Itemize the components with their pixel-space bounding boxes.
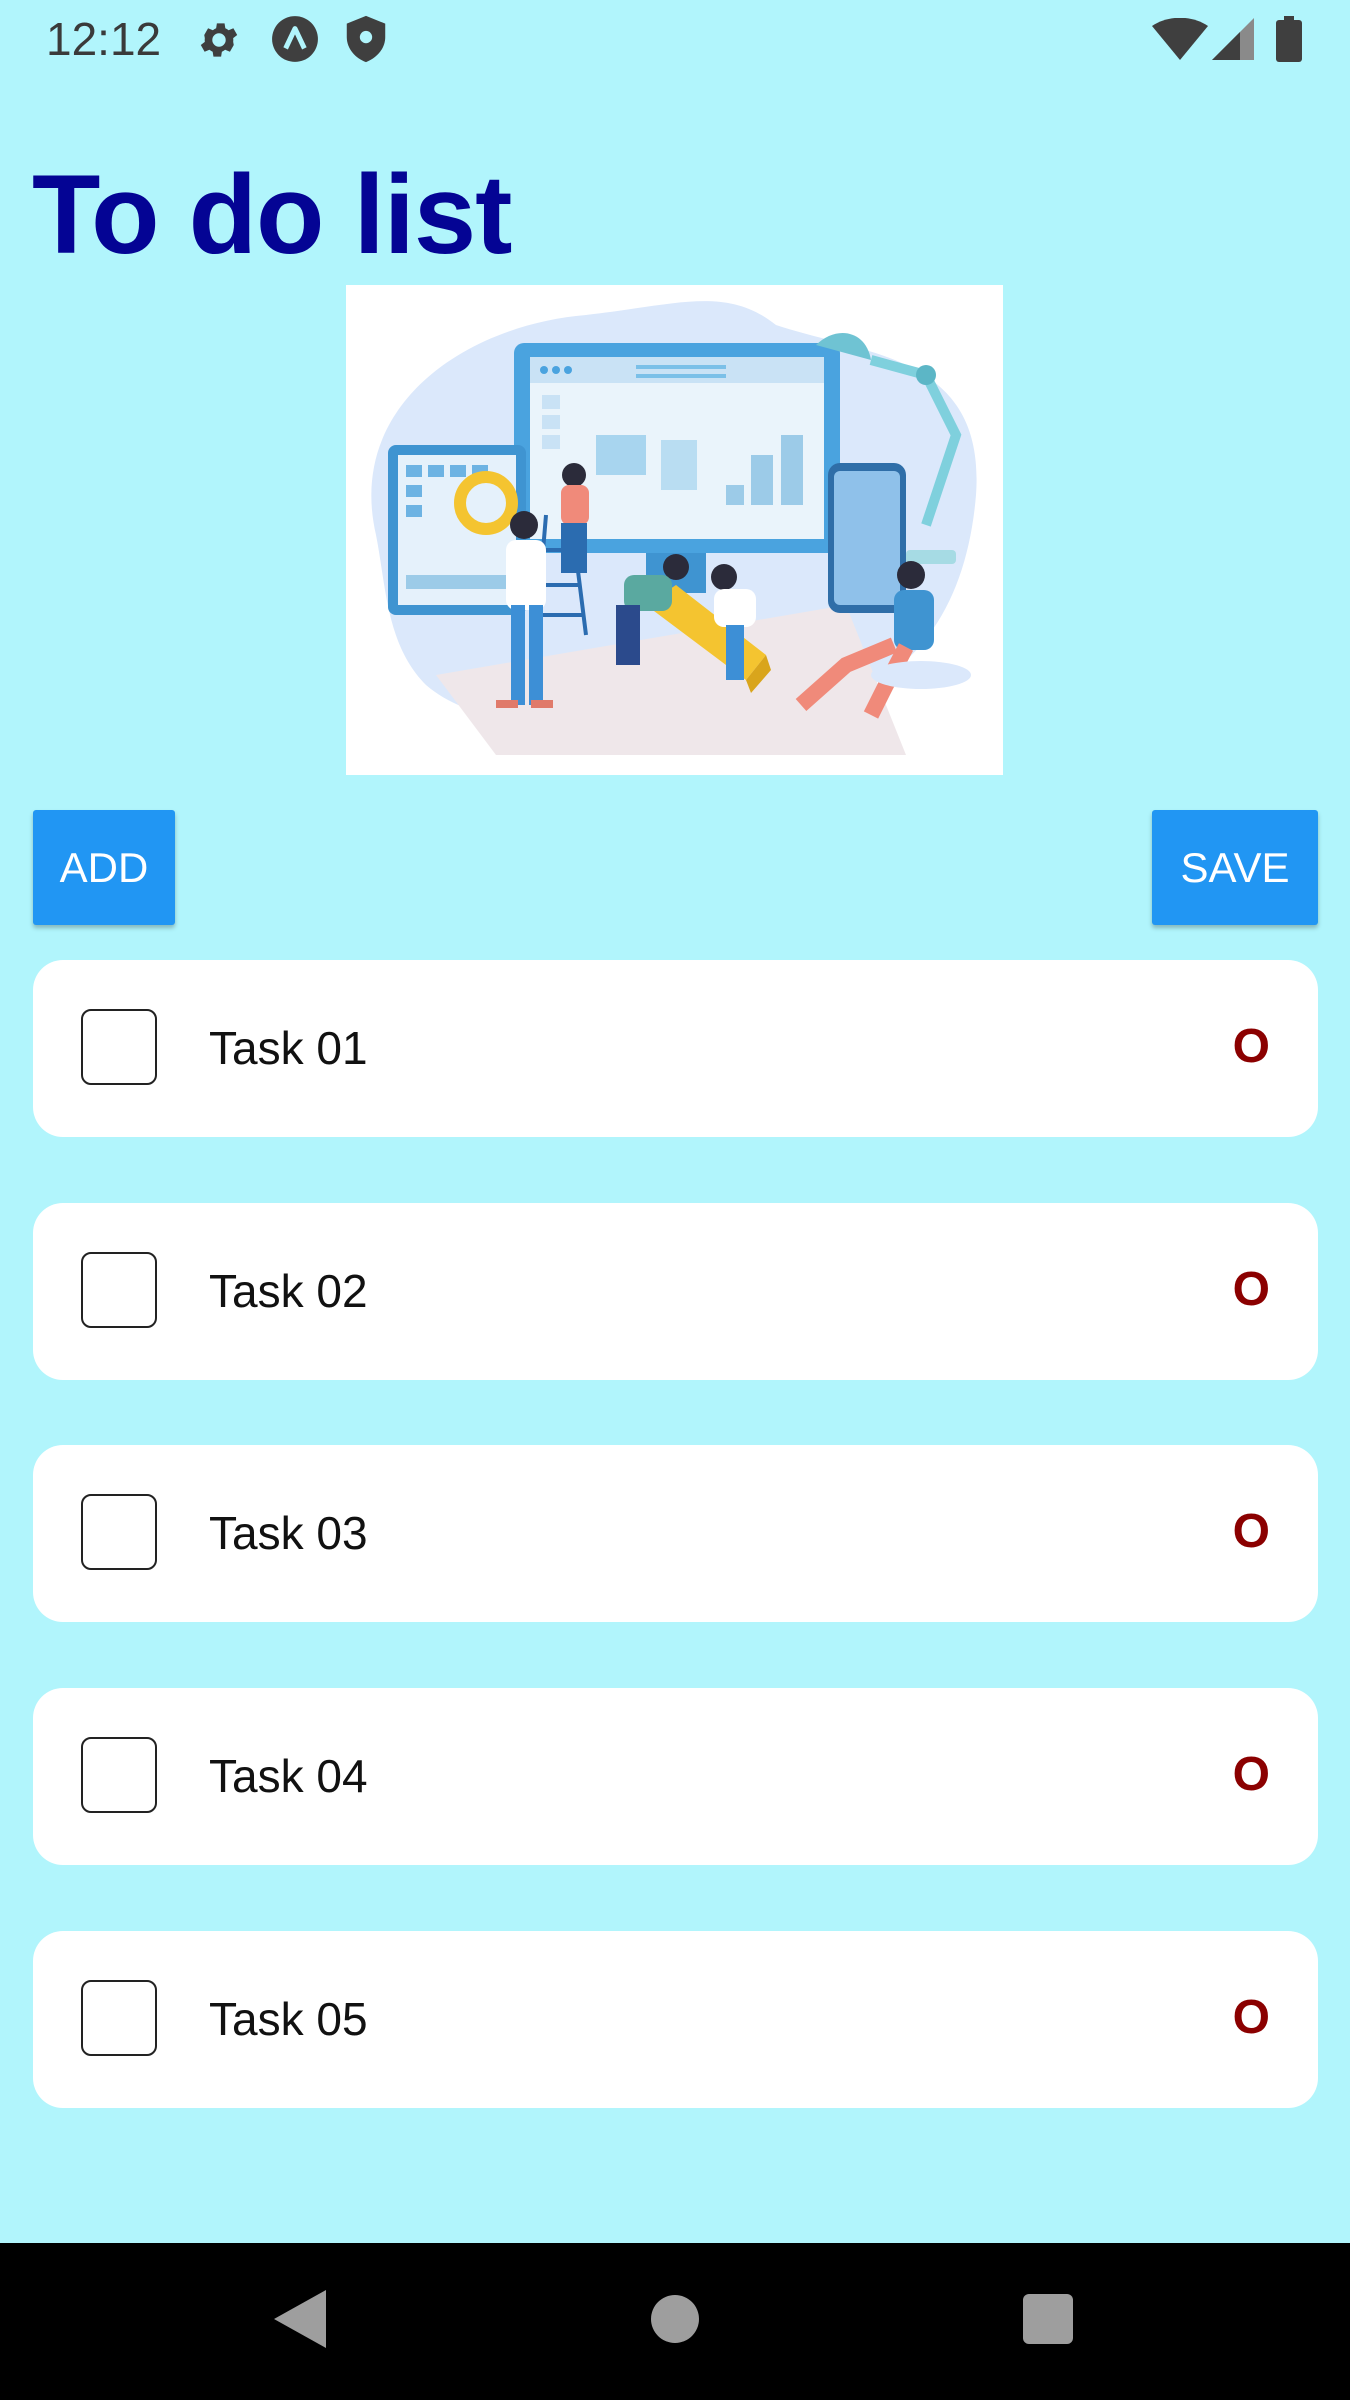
task-checkbox[interactable] <box>81 1980 157 2056</box>
gear-icon <box>196 17 242 68</box>
recents-icon <box>1023 2294 1073 2349</box>
task-item: Task 02 O <box>33 1203 1318 1380</box>
status-bar: 12:12 <box>0 0 1350 78</box>
task-delete-button[interactable]: O <box>1233 1499 1270 1565</box>
task-checkbox[interactable] <box>81 1494 157 1570</box>
cellular-signal-icon <box>1212 18 1254 65</box>
nav-recents-button[interactable] <box>968 2243 1128 2400</box>
page-title: To do list <box>32 152 512 277</box>
task-delete-button[interactable]: O <box>1233 1742 1270 1808</box>
task-label: Task 02 <box>209 1265 368 1317</box>
task-item: Task 03 O <box>33 1445 1318 1622</box>
task-label: Task 05 <box>209 1993 368 2045</box>
nav-home-button[interactable] <box>595 2243 755 2400</box>
back-icon <box>274 2290 326 2353</box>
nav-back-button[interactable] <box>220 2243 380 2400</box>
status-time: 12:12 <box>46 13 162 65</box>
task-label: Task 01 <box>209 1022 368 1074</box>
shield-icon <box>344 14 388 69</box>
navigation-bar <box>0 2243 1350 2400</box>
app-badge-icon <box>270 14 320 69</box>
task-delete-button[interactable]: O <box>1233 1014 1270 1080</box>
task-label: Task 03 <box>209 1507 368 1559</box>
save-button[interactable]: SAVE <box>1152 810 1318 925</box>
add-button[interactable]: ADD <box>33 810 175 925</box>
task-delete-button[interactable]: O <box>1233 1985 1270 2051</box>
task-item: Task 04 O <box>33 1688 1318 1865</box>
task-delete-button[interactable]: O <box>1233 1257 1270 1323</box>
task-item: Task 01 O <box>33 960 1318 1137</box>
home-icon <box>651 2295 699 2348</box>
hero-illustration <box>346 285 1003 775</box>
task-item: Task 05 O <box>33 1931 1318 2108</box>
task-checkbox[interactable] <box>81 1737 157 1813</box>
wifi-icon <box>1152 17 1208 65</box>
task-checkbox[interactable] <box>81 1252 157 1328</box>
task-label: Task 04 <box>209 1750 368 1802</box>
battery-icon <box>1276 16 1302 67</box>
task-checkbox[interactable] <box>81 1009 157 1085</box>
